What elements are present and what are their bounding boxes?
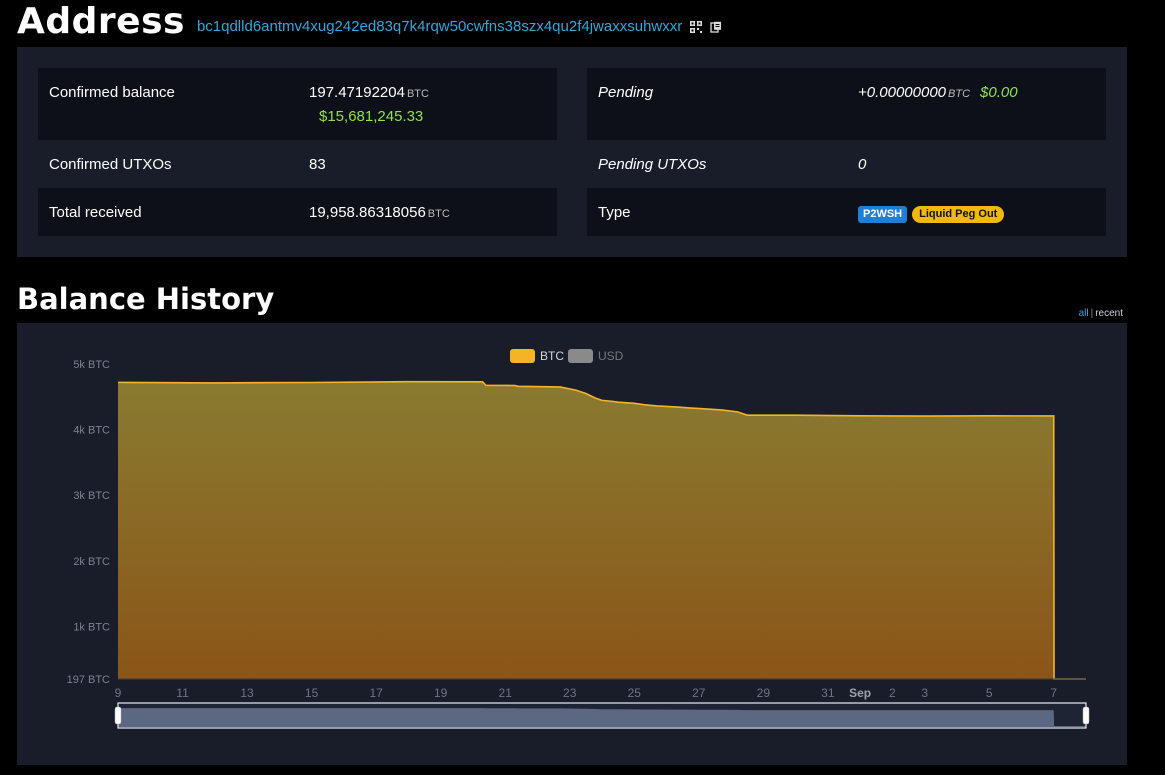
x-tick-label: 11 <box>176 686 189 700</box>
zoom-slider-preview <box>118 708 1086 727</box>
btc-legend-swatch <box>510 349 535 363</box>
confirmed-utxos-row: Confirmed UTXOs 83 <box>38 140 557 188</box>
x-tick-label: 21 <box>499 686 513 700</box>
range-separator: | <box>1090 308 1094 319</box>
total-received-row: Total received 19,958.86318056 BTC <box>38 188 557 236</box>
x-tick-label: 27 <box>692 686 706 700</box>
y-tick-label: 3k BTC <box>73 490 110 502</box>
btc-series-area <box>118 381 1086 679</box>
x-tick-label: 31 <box>821 686 835 700</box>
pending-label: Pending <box>598 84 654 101</box>
confirmed-balance-value: 197.47192204 BTC <box>309 84 429 101</box>
total-received-label: Total received <box>49 204 142 221</box>
usd-legend-label: USD <box>598 349 624 363</box>
type-label: Type <box>598 204 631 221</box>
p2wsh-badge: P2WSH <box>858 206 908 223</box>
balance-history-chart[interactable]: 197 BTC1k BTC2k BTC3k BTC4k BTC5k BTC9 11… <box>17 323 1127 765</box>
pending-utxos-label: Pending UTXOs <box>598 156 707 173</box>
x-tick-label: 3 <box>921 686 928 700</box>
x-tick-label: 9 <box>115 686 122 700</box>
btc-unit: BTC <box>948 88 971 100</box>
summary-right-column: Pending +0.00000000 BTC $0.00 Pending UTXO… <box>587 68 1106 236</box>
page-header: Address bc1qdlld6antmv4xug242ed83q7k4rqw… <box>17 0 722 42</box>
y-tick-label: 197 BTC <box>67 674 110 686</box>
type-badges: P2WSH Liquid Peg Out <box>858 204 1005 223</box>
confirmed-utxos-value: 83 <box>309 156 326 173</box>
x-tick-label: 25 <box>628 686 642 700</box>
qr-code-icon[interactable] <box>690 21 703 33</box>
pending-utxos-value: 0 <box>858 156 867 173</box>
confirmed-balance-amount: 197.47192204 <box>309 84 405 101</box>
copy-icon[interactable] <box>710 21 722 33</box>
x-tick-label: 2 <box>889 686 896 700</box>
balance-history-chart-panel: 197 BTC 1k BTC 2k BTC 3k BTC 4k BTC 5k BTC 9 11… <box>17 323 1127 765</box>
confirmed-balance-row: Confirmed balance 197.47192204 BTC $15,68… <box>38 68 557 140</box>
type-row: Type P2WSH Liquid Peg Out <box>587 188 1106 236</box>
y-tick-label: 5k BTC <box>73 359 110 371</box>
zoom-slider-left-handle[interactable] <box>114 706 122 725</box>
x-tick-label: 5 <box>986 686 993 700</box>
summary-left-column: Confirmed balance 197.47192204 BTC $15,68… <box>38 68 557 236</box>
usd-legend-swatch <box>568 349 593 363</box>
x-tick-label: 29 <box>757 686 771 700</box>
confirmed-utxos-label: Confirmed UTXOs <box>49 156 172 173</box>
x-tick-label: 13 <box>240 686 254 700</box>
range-selector: all | recent <box>1079 308 1123 319</box>
range-recent-link[interactable]: recent <box>1095 308 1123 319</box>
y-tick-label: 1k BTC <box>73 621 110 633</box>
address-summary-panel: Confirmed balance 197.47192204 BTC $15,68… <box>17 47 1127 257</box>
pending-utxos-row: Pending UTXOs 0 <box>587 140 1106 188</box>
y-tick-label: 4k BTC <box>73 425 110 437</box>
zoom-slider-right-handle[interactable] <box>1082 706 1090 725</box>
balance-history-title: Balance History <box>17 282 275 316</box>
btc-unit: BTC <box>427 208 450 220</box>
btc-legend-label: BTC <box>540 349 564 363</box>
range-all-link[interactable]: all <box>1079 308 1089 319</box>
y-tick-label: 2k BTC <box>73 556 110 568</box>
total-received-value: 19,958.86318056 BTC <box>309 204 450 221</box>
page-title: Address <box>17 0 185 42</box>
x-tick-label: 15 <box>305 686 319 700</box>
x-tick-label: 17 <box>369 686 383 700</box>
pending-row: Pending +0.00000000 BTC $0.00 <box>587 68 1106 140</box>
x-tick-label: 7 <box>1050 686 1057 700</box>
x-tick-label: 23 <box>563 686 577 700</box>
liquid-peg-out-badge: Liquid Peg Out <box>912 206 1005 223</box>
pending-usd: $0.00 <box>980 84 1018 101</box>
x-tick-label: 19 <box>434 686 448 700</box>
x-tick-label: Sep <box>849 686 871 700</box>
confirmed-balance-usd: $15,681,245.33 <box>319 108 424 125</box>
pending-amount: +0.00000000 <box>858 84 947 101</box>
total-received-amount: 19,958.86318056 <box>309 204 426 221</box>
btc-unit: BTC <box>406 88 429 100</box>
address-hash[interactable]: bc1qdlld6antmv4xug242ed83q7k4rqw50cwfns3… <box>197 18 682 35</box>
pending-value: +0.00000000 BTC $0.00 <box>858 84 1018 101</box>
confirmed-balance-label: Confirmed balance <box>49 84 175 101</box>
